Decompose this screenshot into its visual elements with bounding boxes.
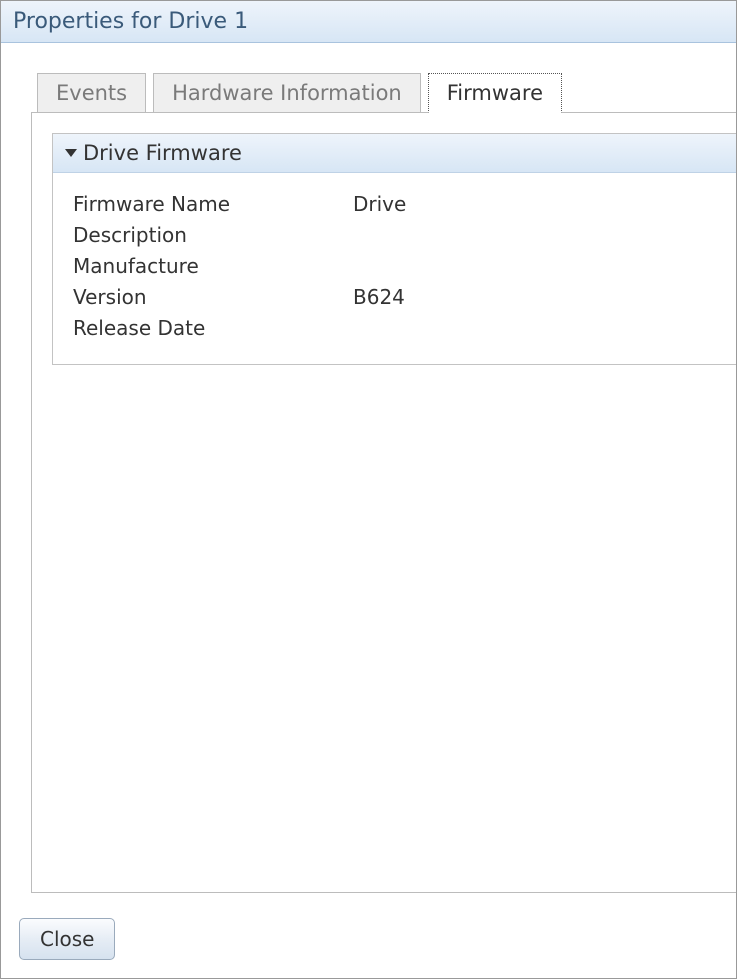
drive-firmware-section-body: Firmware Name Drive Description Manufact…	[53, 173, 736, 364]
tab-strip: Events Hardware Information Firmware	[31, 73, 736, 112]
manufacture-value	[353, 251, 716, 282]
property-row: Description	[73, 220, 716, 251]
version-value: B624	[353, 282, 716, 313]
firmware-tab-panel: Drive Firmware Firmware Name Drive Descr…	[31, 112, 736, 893]
manufacture-label: Manufacture	[73, 251, 353, 282]
dialog-content: Events Hardware Information Firmware Dri…	[1, 43, 736, 908]
property-row: Manufacture	[73, 251, 716, 282]
properties-dialog: Properties for Drive 1 Events Hardware I…	[0, 0, 737, 979]
close-button-label: Close	[40, 927, 94, 951]
drive-firmware-section: Drive Firmware Firmware Name Drive Descr…	[52, 133, 736, 365]
description-value	[353, 220, 716, 251]
property-row: Firmware Name Drive	[73, 189, 716, 220]
dialog-title-bar: Properties for Drive 1	[1, 1, 736, 43]
close-button[interactable]: Close	[19, 918, 115, 960]
release-date-value	[353, 313, 716, 344]
dialog-title: Properties for Drive 1	[13, 9, 248, 34]
property-row: Version B624	[73, 282, 716, 313]
tab-firmware-label: Firmware	[447, 81, 543, 105]
description-label: Description	[73, 220, 353, 251]
firmware-name-label: Firmware Name	[73, 189, 353, 220]
firmware-name-value: Drive	[353, 189, 716, 220]
version-label: Version	[73, 282, 353, 313]
tab-events-label: Events	[56, 81, 127, 105]
tab-hardware-information[interactable]: Hardware Information	[153, 73, 421, 113]
drive-firmware-section-header[interactable]: Drive Firmware	[53, 134, 736, 173]
tab-hardware-information-label: Hardware Information	[172, 81, 402, 105]
tab-events[interactable]: Events	[37, 73, 146, 113]
caret-down-icon	[65, 149, 77, 157]
release-date-label: Release Date	[73, 313, 353, 344]
tab-firmware[interactable]: Firmware	[428, 73, 562, 113]
drive-firmware-section-title: Drive Firmware	[83, 141, 242, 165]
dialog-button-row: Close	[1, 908, 736, 978]
property-row: Release Date	[73, 313, 716, 344]
